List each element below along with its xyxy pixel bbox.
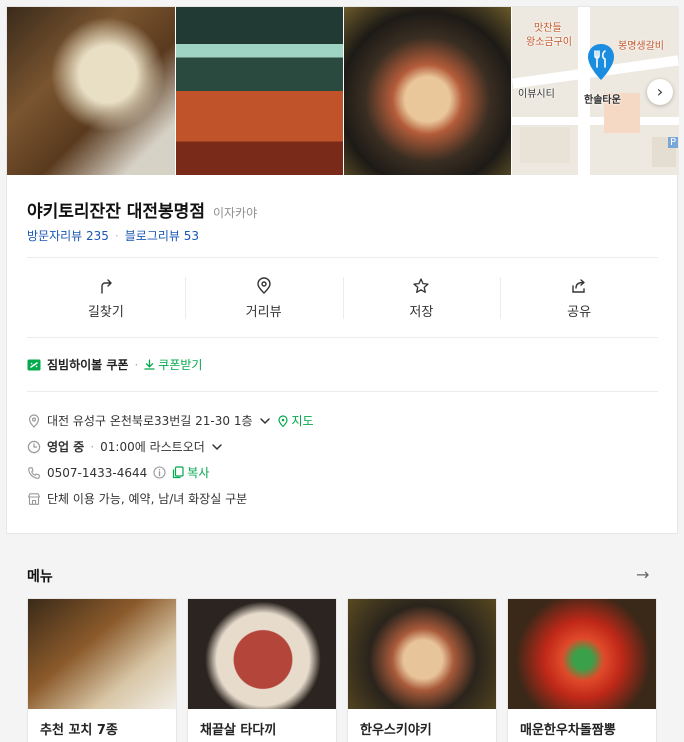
star-icon — [413, 277, 430, 293]
action-bar: 길찾기 거리뷰 저장 공유 — [27, 259, 658, 337]
phone-number: 0507-1433-4644 — [47, 465, 148, 480]
mini-map[interactable]: 맛찬들 왕소금구이 봉명생갈비 이뷰시티 한솔타운 P › — [512, 7, 679, 175]
location-pin-icon — [256, 276, 271, 294]
menu-item-name: 한우스키야키 — [360, 723, 432, 738]
menu-item[interactable]: 추천 꼬치 7종 — [27, 598, 177, 742]
address-text: 대전 유성구 온천북로33번길 21-30 1층 — [47, 414, 253, 428]
divider — [27, 337, 658, 338]
menu-item-name: 채끝살 타다끼 — [200, 723, 277, 738]
location-pin-icon — [28, 413, 40, 428]
map-link-label: 지도 — [291, 414, 314, 428]
amenities-row: 단체 이용 가능, 예약, 남/녀 화장실 구분 — [27, 490, 247, 507]
phone-icon — [28, 466, 40, 479]
photo-storefront[interactable] — [176, 7, 343, 175]
share-icon — [572, 278, 585, 293]
photo-strip: 맛찬들 왕소금구이 봉명생갈비 이뷰시티 한솔타운 P › — [7, 7, 679, 175]
store-icon — [27, 492, 41, 505]
directions-icon — [101, 278, 112, 294]
copy-button[interactable]: 복사 — [172, 464, 209, 481]
info-icon[interactable] — [153, 466, 166, 479]
menu-item-photo — [188, 599, 336, 709]
menu-item[interactable]: 매운한우차돌짬뽕 — [507, 598, 657, 742]
coupon-row: 짐빔하이볼 쿠폰 · 쿠폰받기 — [27, 356, 202, 373]
chevron-down-icon[interactable] — [259, 415, 271, 427]
map-pin-label: 한솔타운 — [584, 95, 621, 106]
hours-text: 01:00에 라스트오더 — [100, 440, 205, 454]
divider — [27, 391, 658, 392]
visitor-review-link[interactable]: 방문자리뷰 235 — [27, 227, 109, 244]
photo-skewers[interactable] — [7, 7, 175, 175]
directions-button[interactable]: 길찾기 — [27, 259, 185, 337]
coupon-icon — [27, 359, 41, 370]
arrow-right-icon[interactable]: → — [636, 565, 649, 584]
address-row: 대전 유성구 온천북로33번길 21-30 1층 지도 — [27, 412, 314, 429]
coupon-separator: · — [134, 357, 139, 372]
hours-row: 영업 중 · 01:00에 라스트오더 — [27, 438, 223, 455]
title-row: 야키토리잔잔 대전봉명점 이자카야 — [27, 197, 257, 222]
chevron-down-icon[interactable] — [211, 441, 223, 453]
map-pin-icon — [277, 414, 288, 427]
open-status: 영업 중 — [47, 440, 85, 454]
place-card: 맛찬들 왕소금구이 봉명생갈비 이뷰시티 한솔타운 P › 야키토리잔잔 대전봉… — [6, 6, 679, 534]
directions-label: 길찾기 — [87, 304, 124, 320]
menu-item[interactable]: 채끝살 타다끼 — [187, 598, 337, 742]
save-label: 저장 — [409, 304, 434, 320]
parking-marker: P — [668, 137, 679, 148]
place-name: 야키토리잔잔 대전봉명점 — [27, 202, 205, 222]
menu-item-photo — [348, 599, 496, 709]
review-separator: · — [114, 228, 119, 243]
map-label-market: 맛찬들 — [534, 23, 562, 34]
coupon-name: 짐빔하이볼 쿠폰 — [47, 358, 129, 372]
divider — [27, 257, 658, 258]
map-label-left-poi: 이뷰시티 — [518, 89, 555, 100]
menu-item-photo — [28, 599, 176, 709]
copy-icon — [173, 466, 184, 479]
streetview-label: 거리뷰 — [245, 304, 282, 320]
blog-review-link[interactable]: 블로그리뷰 53 — [125, 227, 199, 244]
map-pin-icon — [588, 44, 614, 80]
copy-label: 복사 — [187, 466, 210, 480]
menu-item[interactable]: 한우스키야키 — [347, 598, 497, 742]
status-separator: · — [90, 439, 95, 454]
coupon-get-label: 쿠폰받기 — [158, 358, 203, 372]
photo-hotpot[interactable] — [344, 7, 511, 175]
menu-list: 추천 꼬치 7종 채끝살 타다끼 한우스키야키 매운한우차돌짬뽕 — [27, 598, 658, 742]
share-button[interactable]: 공유 — [500, 259, 658, 337]
phone-row: 0507-1433-4644 복사 — [27, 464, 209, 481]
amenities-text: 단체 이용 가능, 예약, 남/녀 화장실 구분 — [47, 492, 248, 506]
coupon-get-button[interactable]: 쿠폰받기 — [144, 356, 202, 373]
menu-item-name: 추천 꼬치 7종 — [40, 723, 118, 738]
map-link[interactable]: 지도 — [277, 412, 314, 429]
place-category: 이자카야 — [212, 206, 258, 220]
menu-item-name: 매운한우차돌짬뽕 — [520, 723, 616, 738]
map-label-restaurant: 봉명생갈비 — [618, 41, 664, 52]
streetview-button[interactable]: 거리뷰 — [184, 259, 343, 337]
review-links: 방문자리뷰 235 · 블로그리뷰 53 — [27, 227, 199, 244]
menu-item-photo — [508, 599, 656, 709]
clock-icon — [27, 440, 41, 453]
share-label: 공유 — [567, 304, 592, 320]
chevron-right-icon[interactable]: › — [647, 79, 673, 105]
menu-section-title: 메뉴 — [27, 569, 53, 585]
map-label-market-sub: 왕소금구이 — [526, 37, 572, 48]
save-button[interactable]: 저장 — [342, 259, 501, 337]
download-icon — [144, 359, 155, 370]
